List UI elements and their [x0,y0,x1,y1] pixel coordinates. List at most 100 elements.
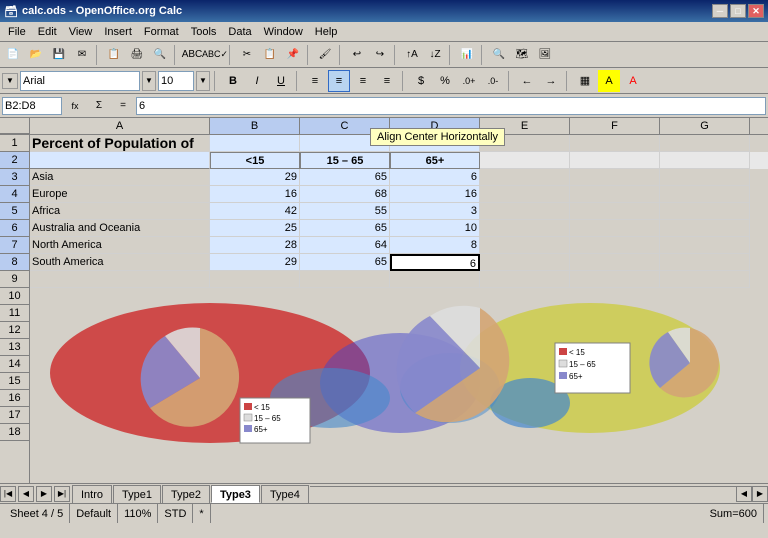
row-num-12[interactable]: 12 [0,322,29,339]
horizontal-scrollbar[interactable] [310,486,736,502]
indent-more-button[interactable]: → [540,70,562,92]
spellcheck-button[interactable]: ABC [181,44,203,66]
cell-f2[interactable] [570,152,660,169]
tab-prev-button[interactable]: ◀ [18,486,34,502]
menu-file[interactable]: File [2,24,32,40]
row-num-11[interactable]: 11 [0,305,29,322]
cell-f5[interactable] [570,203,660,220]
highlight-button[interactable]: A [598,70,620,92]
cell-b2[interactable]: <15 [210,152,300,169]
paste-button[interactable]: 📌 [282,44,304,66]
cell-d6[interactable]: 10 [390,220,480,237]
row-num-10[interactable]: 10 [0,288,29,305]
cell-d4[interactable]: 16 [390,186,480,203]
font-dropdown-icon[interactable]: ▼ [142,71,156,91]
bold-button[interactable]: B [222,70,244,92]
menu-help[interactable]: Help [309,24,344,40]
cell-b1[interactable] [210,135,300,152]
percent-button[interactable]: % [434,70,456,92]
hscroll-left-button[interactable]: ◀ [736,486,752,502]
row-num-17[interactable]: 17 [0,407,29,424]
col-header-a[interactable]: A [30,118,210,134]
print-button[interactable]: 🖨 [126,44,148,66]
cell-a7[interactable]: North America [30,237,210,254]
maximize-button[interactable]: □ [730,4,746,18]
cell-c7[interactable]: 64 [300,237,390,254]
italic-button[interactable]: I [246,70,268,92]
cell-d5[interactable]: 3 [390,203,480,220]
copy-button[interactable]: 📋 [259,44,281,66]
row-num-3[interactable]: 3 [0,169,29,186]
format-paint-button[interactable]: 🖌 [314,44,336,66]
cell-g4[interactable] [660,186,750,203]
cell-b8[interactable]: 29 [210,254,300,271]
menu-window[interactable]: Window [258,24,309,40]
sheet-tab-intro[interactable]: Intro [72,485,112,503]
spellcheck2-button[interactable]: ABC✓ [204,44,226,66]
col-header-f[interactable]: F [570,118,660,134]
function-wizard-button[interactable]: fx [64,95,86,117]
row-num-4[interactable]: 4 [0,186,29,203]
font-color-button[interactable]: A [622,70,644,92]
redo-button[interactable]: ↪ [369,44,391,66]
row-num-1[interactable]: 1 [0,135,29,152]
pdf-button[interactable]: 📋 [103,44,125,66]
row-num-14[interactable]: 14 [0,356,29,373]
cell-d9[interactable] [390,271,480,288]
cell-c4[interactable]: 68 [300,186,390,203]
sheet-tab-type4[interactable]: Type4 [261,485,309,503]
size-dropdown-icon[interactable]: ▼ [196,71,210,91]
cell-c3[interactable]: 65 [300,169,390,186]
cell-b5[interactable]: 42 [210,203,300,220]
cell-f6[interactable] [570,220,660,237]
cell-a8[interactable]: South America [30,254,210,271]
cell-g7[interactable] [660,237,750,254]
align-right-button[interactable]: ≡ [352,70,374,92]
align-justify-button[interactable]: ≡ [376,70,398,92]
row-num-5[interactable]: 5 [0,203,29,220]
tab-first-button[interactable]: |◀ [0,486,16,502]
cell-e7[interactable] [480,237,570,254]
style-dropdown-icon[interactable]: ▼ [2,73,18,89]
font-size-input[interactable] [158,71,194,91]
row-num-6[interactable]: 6 [0,220,29,237]
preview-button[interactable]: 🔍 [149,44,171,66]
row-num-16[interactable]: 16 [0,390,29,407]
border-button[interactable]: ▦ [574,70,596,92]
cell-b6[interactable]: 25 [210,220,300,237]
cell-d2[interactable]: 65+ [390,152,480,169]
cell-a4[interactable]: Europe [30,186,210,203]
row-num-13[interactable]: 13 [0,339,29,356]
cell-g6[interactable] [660,220,750,237]
cell-e2[interactable] [480,152,570,169]
cell-e4[interactable] [480,186,570,203]
menu-format[interactable]: Format [138,24,185,40]
decimal-add-button[interactable]: .0+ [458,70,480,92]
formula-input[interactable] [136,97,766,115]
row-num-18[interactable]: 18 [0,424,29,441]
cell-e9[interactable] [480,271,570,288]
sheet-tab-type3[interactable]: Type3 [211,485,260,503]
cell-reference-input[interactable] [2,97,62,115]
sheet-tab-type1[interactable]: Type1 [113,485,161,503]
indent-less-button[interactable]: ← [516,70,538,92]
col-header-b[interactable]: B [210,118,300,134]
currency-button[interactable]: $ [410,70,432,92]
font-name-input[interactable] [20,71,140,91]
open-button[interactable]: 📂 [25,44,47,66]
cell-g9[interactable] [660,271,750,288]
align-center-button[interactable]: ≡ [328,70,350,92]
cell-g1[interactable] [660,135,750,152]
cell-e8[interactable] [480,254,570,271]
cell-f8[interactable] [570,254,660,271]
navigator-button[interactable]: 🗺 [511,44,533,66]
sort-asc-button[interactable]: ↑A [401,44,423,66]
cell-a6[interactable]: Australia and Oceania [30,220,210,237]
cell-a3[interactable]: Asia [30,169,210,186]
cell-e3[interactable] [480,169,570,186]
cell-d8[interactable]: 6 [390,254,480,271]
new-button[interactable]: 📄 [2,44,24,66]
cell-a9[interactable] [30,271,210,288]
equals-button[interactable]: = [112,95,134,117]
cell-c5[interactable]: 55 [300,203,390,220]
